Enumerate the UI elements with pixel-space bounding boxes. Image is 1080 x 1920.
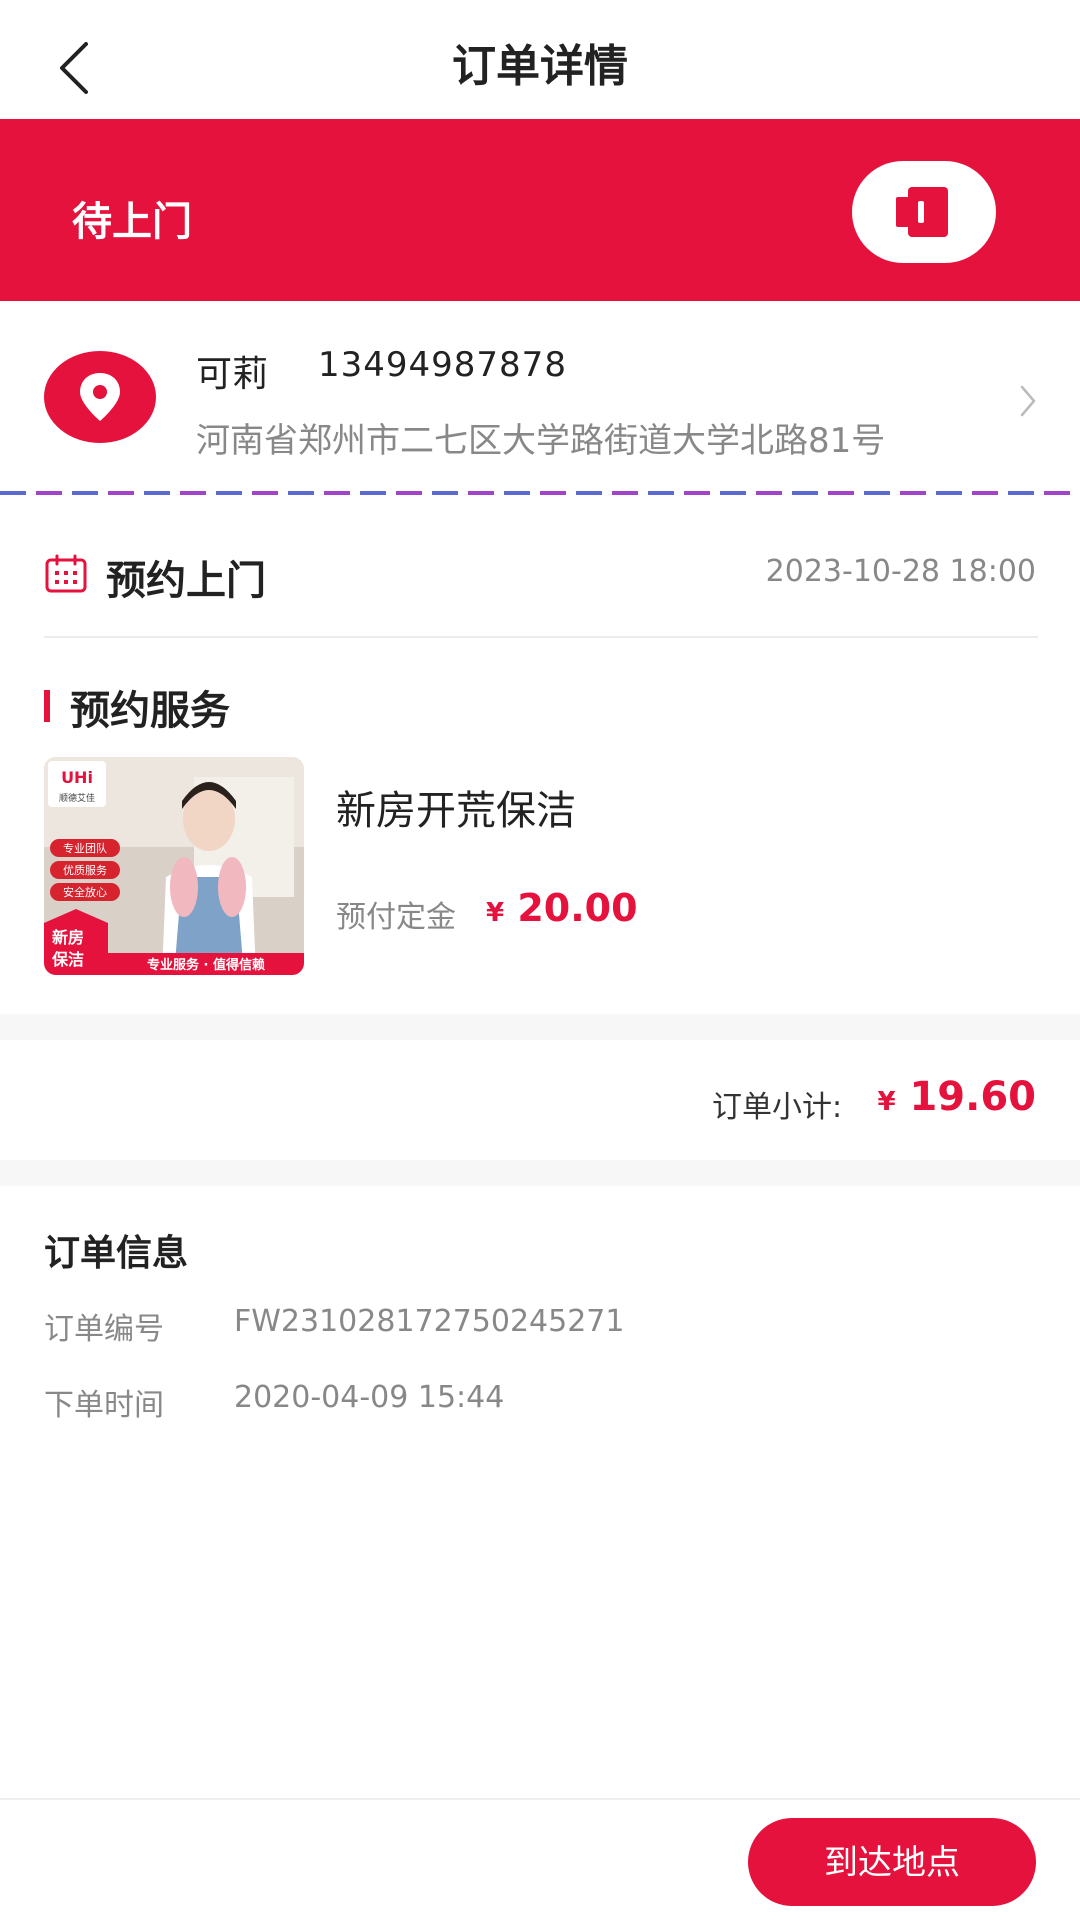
section-marker: [44, 690, 50, 722]
deposit-label: 预付定金: [336, 900, 456, 935]
image-tag-3: 安全放心: [63, 885, 107, 899]
order-time-label: 下单时间: [44, 1388, 164, 1423]
corner-text-2: 保洁: [51, 950, 84, 969]
currency-symbol: ¥: [877, 1087, 896, 1117]
logo-text: UHi: [61, 768, 93, 787]
location-pin-icon: [44, 351, 156, 443]
address-divider: [0, 491, 1080, 498]
image-tag-2: 优质服务: [63, 864, 107, 877]
contact-phone: 13494987878: [318, 345, 567, 385]
chevron-right-icon: [1020, 385, 1036, 417]
deposit-amount: ¥ 20.00: [486, 886, 638, 930]
contact-name: 可莉: [196, 354, 269, 395]
door-icon: [896, 187, 948, 237]
appointment-row: 预约上门 2023-10-28 18:00: [0, 498, 1080, 636]
service-name: 新房开荒保洁: [336, 788, 576, 834]
section-gap: [0, 1014, 1080, 1040]
page-title: 订单详情: [452, 41, 628, 92]
subtotal-label: 订单小计:: [712, 1090, 843, 1125]
service-image[interactable]: UHi 顺德艾佳 专业团队 优质服务 安全放心 新房 保洁 专业服务 · 值得信…: [44, 757, 304, 975]
subtotal-value: 19.60: [909, 1074, 1036, 1120]
subtotal-amount: ¥ 19.60: [877, 1074, 1036, 1120]
status-banner: 待上门: [0, 119, 1080, 301]
order-number-value: FW231028172750245271: [234, 1304, 625, 1339]
divider: [44, 636, 1038, 638]
door-button[interactable]: [852, 161, 996, 263]
arrive-button[interactable]: 到达地点: [748, 1818, 1036, 1906]
order-status: 待上门: [72, 199, 192, 245]
service-section-title: 预约服务: [70, 688, 230, 734]
appointment-title: 预约上门: [106, 558, 266, 604]
section-gap: [0, 1160, 1080, 1186]
deposit-value: 20.00: [517, 886, 638, 930]
image-tag-1: 专业团队: [63, 841, 107, 855]
brand-text: 顺德艾佳: [59, 792, 95, 804]
bottom-divider: [0, 1798, 1080, 1800]
nav-bar: 订单详情: [0, 0, 1080, 119]
order-info-title: 订单信息: [44, 1233, 189, 1274]
appointment-time: 2023-10-28 18:00: [765, 554, 1036, 589]
address-card[interactable]: 可莉 13494987878 河南省郑州市二七区大学路街道大学北路81号: [0, 301, 1080, 491]
currency-symbol: ¥: [486, 898, 505, 928]
corner-text-1: 新房: [52, 928, 84, 947]
order-time-value: 2020-04-09 15:44: [234, 1380, 505, 1415]
image-footer-text: 专业服务 · 值得信赖: [147, 957, 265, 973]
order-number-label: 订单编号: [44, 1312, 164, 1347]
calendar-icon: [45, 554, 87, 593]
address-detail: 河南省郑州市二七区大学路街道大学北路81号: [196, 421, 886, 461]
service-photo: UHi 顺德艾佳 专业团队 优质服务 安全放心 新房 保洁 专业服务 · 值得信…: [44, 757, 304, 975]
